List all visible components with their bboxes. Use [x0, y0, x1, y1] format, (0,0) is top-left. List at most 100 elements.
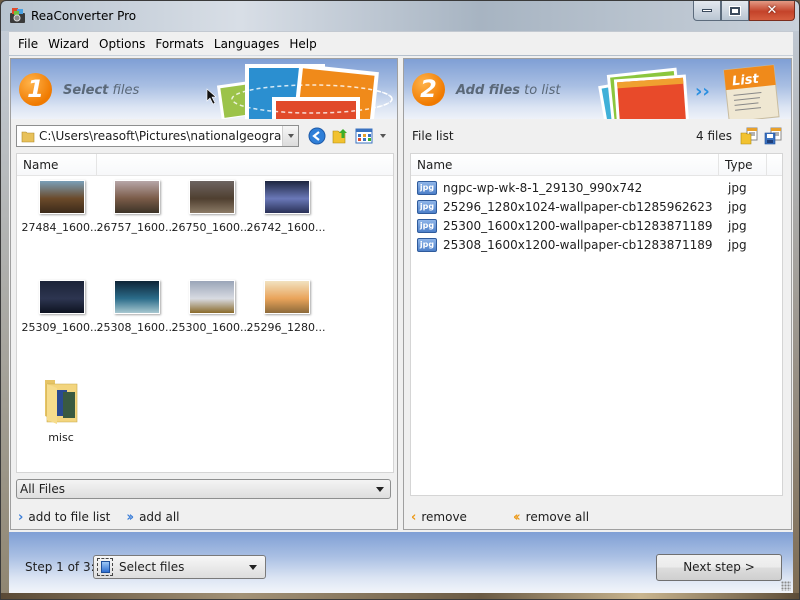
list-illustration-icon: ›› List [598, 64, 780, 119]
thumbnail-label: 25309_1600... [21, 321, 101, 334]
file-type: jpg [728, 180, 747, 195]
remove-button[interactable]: ‹ remove [411, 510, 467, 525]
path-row: C:\Users\reasoft\Pictures\nationalgeogra… [16, 125, 394, 147]
file-thumbnail[interactable]: 26750_1600... [171, 180, 251, 270]
file-list-header: File list 4 files [412, 125, 784, 147]
add-all-label: add all [139, 510, 180, 524]
column-type-header[interactable]: Type [719, 154, 767, 175]
file-list-rows: jpg ngpc-wp-wk-8-1_29130_990x742 jpg jpg 252… [411, 176, 782, 254]
image-thumbnail-icon [114, 280, 160, 314]
image-thumbnail-icon [189, 280, 235, 314]
view-mode-dropdown-icon[interactable] [380, 134, 386, 138]
file-thumbnail[interactable]: 25296_1280... [247, 280, 325, 370]
thumbnail-label: 27484_1600... [21, 221, 101, 234]
remove-actions: ‹ remove ‹‹ remove all [411, 508, 605, 526]
double-chevron-right-icon: ›› [126, 509, 134, 525]
window-controls: ✕ [693, 1, 795, 21]
menu-formats[interactable]: Formats [150, 37, 209, 51]
save-list-icon[interactable] [764, 127, 782, 145]
menu-help[interactable]: Help [284, 37, 321, 51]
client-area: 1 Select files C:\Users\reasoft\Pictures… [9, 56, 793, 593]
window-frame-right [793, 31, 799, 599]
menu-bar: File Wizard Options Formats Languages He… [9, 31, 793, 55]
menu-languages[interactable]: Languages [209, 37, 284, 51]
file-list-table-header: Name Type [411, 154, 782, 176]
menu-options[interactable]: Options [94, 37, 150, 51]
file-name: 25300_1600x1200-wallpaper-cb1283871189 [443, 218, 713, 233]
file-list-table: Name Type jpg ngpc-wp-wk-8-1_29130_990x74… [410, 153, 783, 496]
column-empty-header [97, 154, 393, 175]
thumbnail-label: 26757_1600... [96, 221, 176, 234]
jpg-file-icon: jpg [417, 237, 437, 252]
file-name: ngpc-wp-wk-8-1_29130_990x742 [443, 180, 643, 195]
jpg-file-icon: jpg [417, 180, 437, 195]
chevron-down-icon [249, 564, 257, 570]
file-list-row[interactable]: jpg 25296_1280x1024-wallpaper-cb128596262… [411, 197, 782, 216]
thumbnail-label: 26742_1600... [246, 221, 326, 234]
double-chevron-left-icon: ‹‹ [512, 509, 521, 525]
select-files-panel: 1 Select files C:\Users\reasoft\Pictures… [10, 58, 398, 530]
add-to-file-list-button[interactable]: › add to file list [18, 510, 110, 525]
file-list-row[interactable]: jpg 25300_1600x1200-wallpaper-cb128387118… [411, 216, 782, 235]
add-all-button[interactable]: ›› add all [126, 510, 179, 525]
path-dropdown-button[interactable] [282, 126, 298, 146]
step1-number-badge: 1 [19, 73, 52, 106]
step-select-combobox[interactable]: Select files [93, 555, 266, 579]
file-thumbnail[interactable]: 26757_1600... [96, 180, 176, 270]
file-type: jpg [728, 218, 747, 233]
image-thumbnail-icon [39, 280, 85, 314]
column-name-header[interactable]: Name [17, 154, 97, 175]
remove-all-button[interactable]: ‹‹ remove all [513, 510, 589, 525]
folder-label: misc [48, 431, 74, 444]
file-thumbnail[interactable]: 25300_1600... [171, 280, 251, 370]
file-thumbnail[interactable]: 25308_1600... [97, 280, 175, 370]
svg-text:››: ›› [695, 81, 710, 102]
chevron-down-icon [287, 134, 294, 138]
file-thumbnail[interactable]: 27484_1600... [21, 180, 101, 270]
column-name-header[interactable]: Name [411, 154, 719, 175]
jpg-file-icon: jpg [417, 218, 437, 233]
file-list-row[interactable]: jpg ngpc-wp-wk-8-1_29130_990x742 jpg [411, 178, 782, 197]
folder-up-icon[interactable] [331, 127, 349, 145]
thumbnail-label: 26750_1600... [171, 221, 251, 234]
photos-illustration-icon [206, 63, 393, 119]
app-window: ReaConverter Pro ✕ File Wizard Options F… [0, 0, 800, 600]
close-button[interactable]: ✕ [749, 1, 795, 21]
title-bar[interactable]: ReaConverter Pro ✕ [1, 1, 799, 31]
add-actions: › add to file list ›› add all [18, 508, 196, 526]
file-thumbnail[interactable]: 26742_1600... [246, 180, 326, 270]
svg-text:List: List [731, 72, 760, 90]
step2-banner: 2 Add files to list ›› List [404, 59, 791, 119]
maximize-button[interactable] [721, 1, 749, 21]
wizard-footer: Step 1 of 3: Select files Next step > [9, 532, 793, 593]
menu-file[interactable]: File [13, 37, 43, 51]
file-type: jpg [728, 237, 747, 252]
minimize-button[interactable] [693, 1, 721, 21]
file-list-row[interactable]: jpg 25308_1600x1200-wallpaper-cb128387118… [411, 235, 782, 254]
resize-grip[interactable] [781, 581, 791, 591]
step-select-content: Select files [97, 558, 184, 576]
file-count: 4 files [696, 129, 732, 143]
folder-path-combobox[interactable]: C:\Users\reasoft\Pictures\nationalgeogra… [16, 125, 299, 147]
step1-title: Select files [63, 83, 139, 98]
step2-title: Add files to list [456, 83, 560, 98]
image-thumbnail-icon [264, 180, 310, 214]
back-icon[interactable] [308, 127, 326, 145]
jpg-file-icon: jpg [417, 199, 437, 214]
folder-item[interactable]: misc [23, 376, 98, 466]
step1-title-bold: Select [63, 83, 109, 98]
maximize-icon [730, 6, 740, 15]
minimize-icon [702, 9, 712, 12]
open-list-icon[interactable] [740, 127, 758, 145]
chevron-down-icon [376, 486, 384, 492]
step1-banner: 1 Select files [11, 59, 397, 119]
step2-title-bold: Add files [456, 83, 521, 98]
thumbnail-label: 25300_1600... [171, 321, 251, 334]
file-filter-value: All Files [20, 482, 66, 496]
menu-wizard[interactable]: Wizard [43, 37, 94, 51]
file-filter-combobox[interactable]: All Files [16, 479, 391, 499]
next-step-button[interactable]: Next step > [656, 554, 782, 581]
file-thumbnail[interactable]: 25309_1600... [21, 280, 101, 370]
view-mode-icon[interactable] [355, 127, 373, 145]
step1-title-rest: files [108, 83, 140, 98]
